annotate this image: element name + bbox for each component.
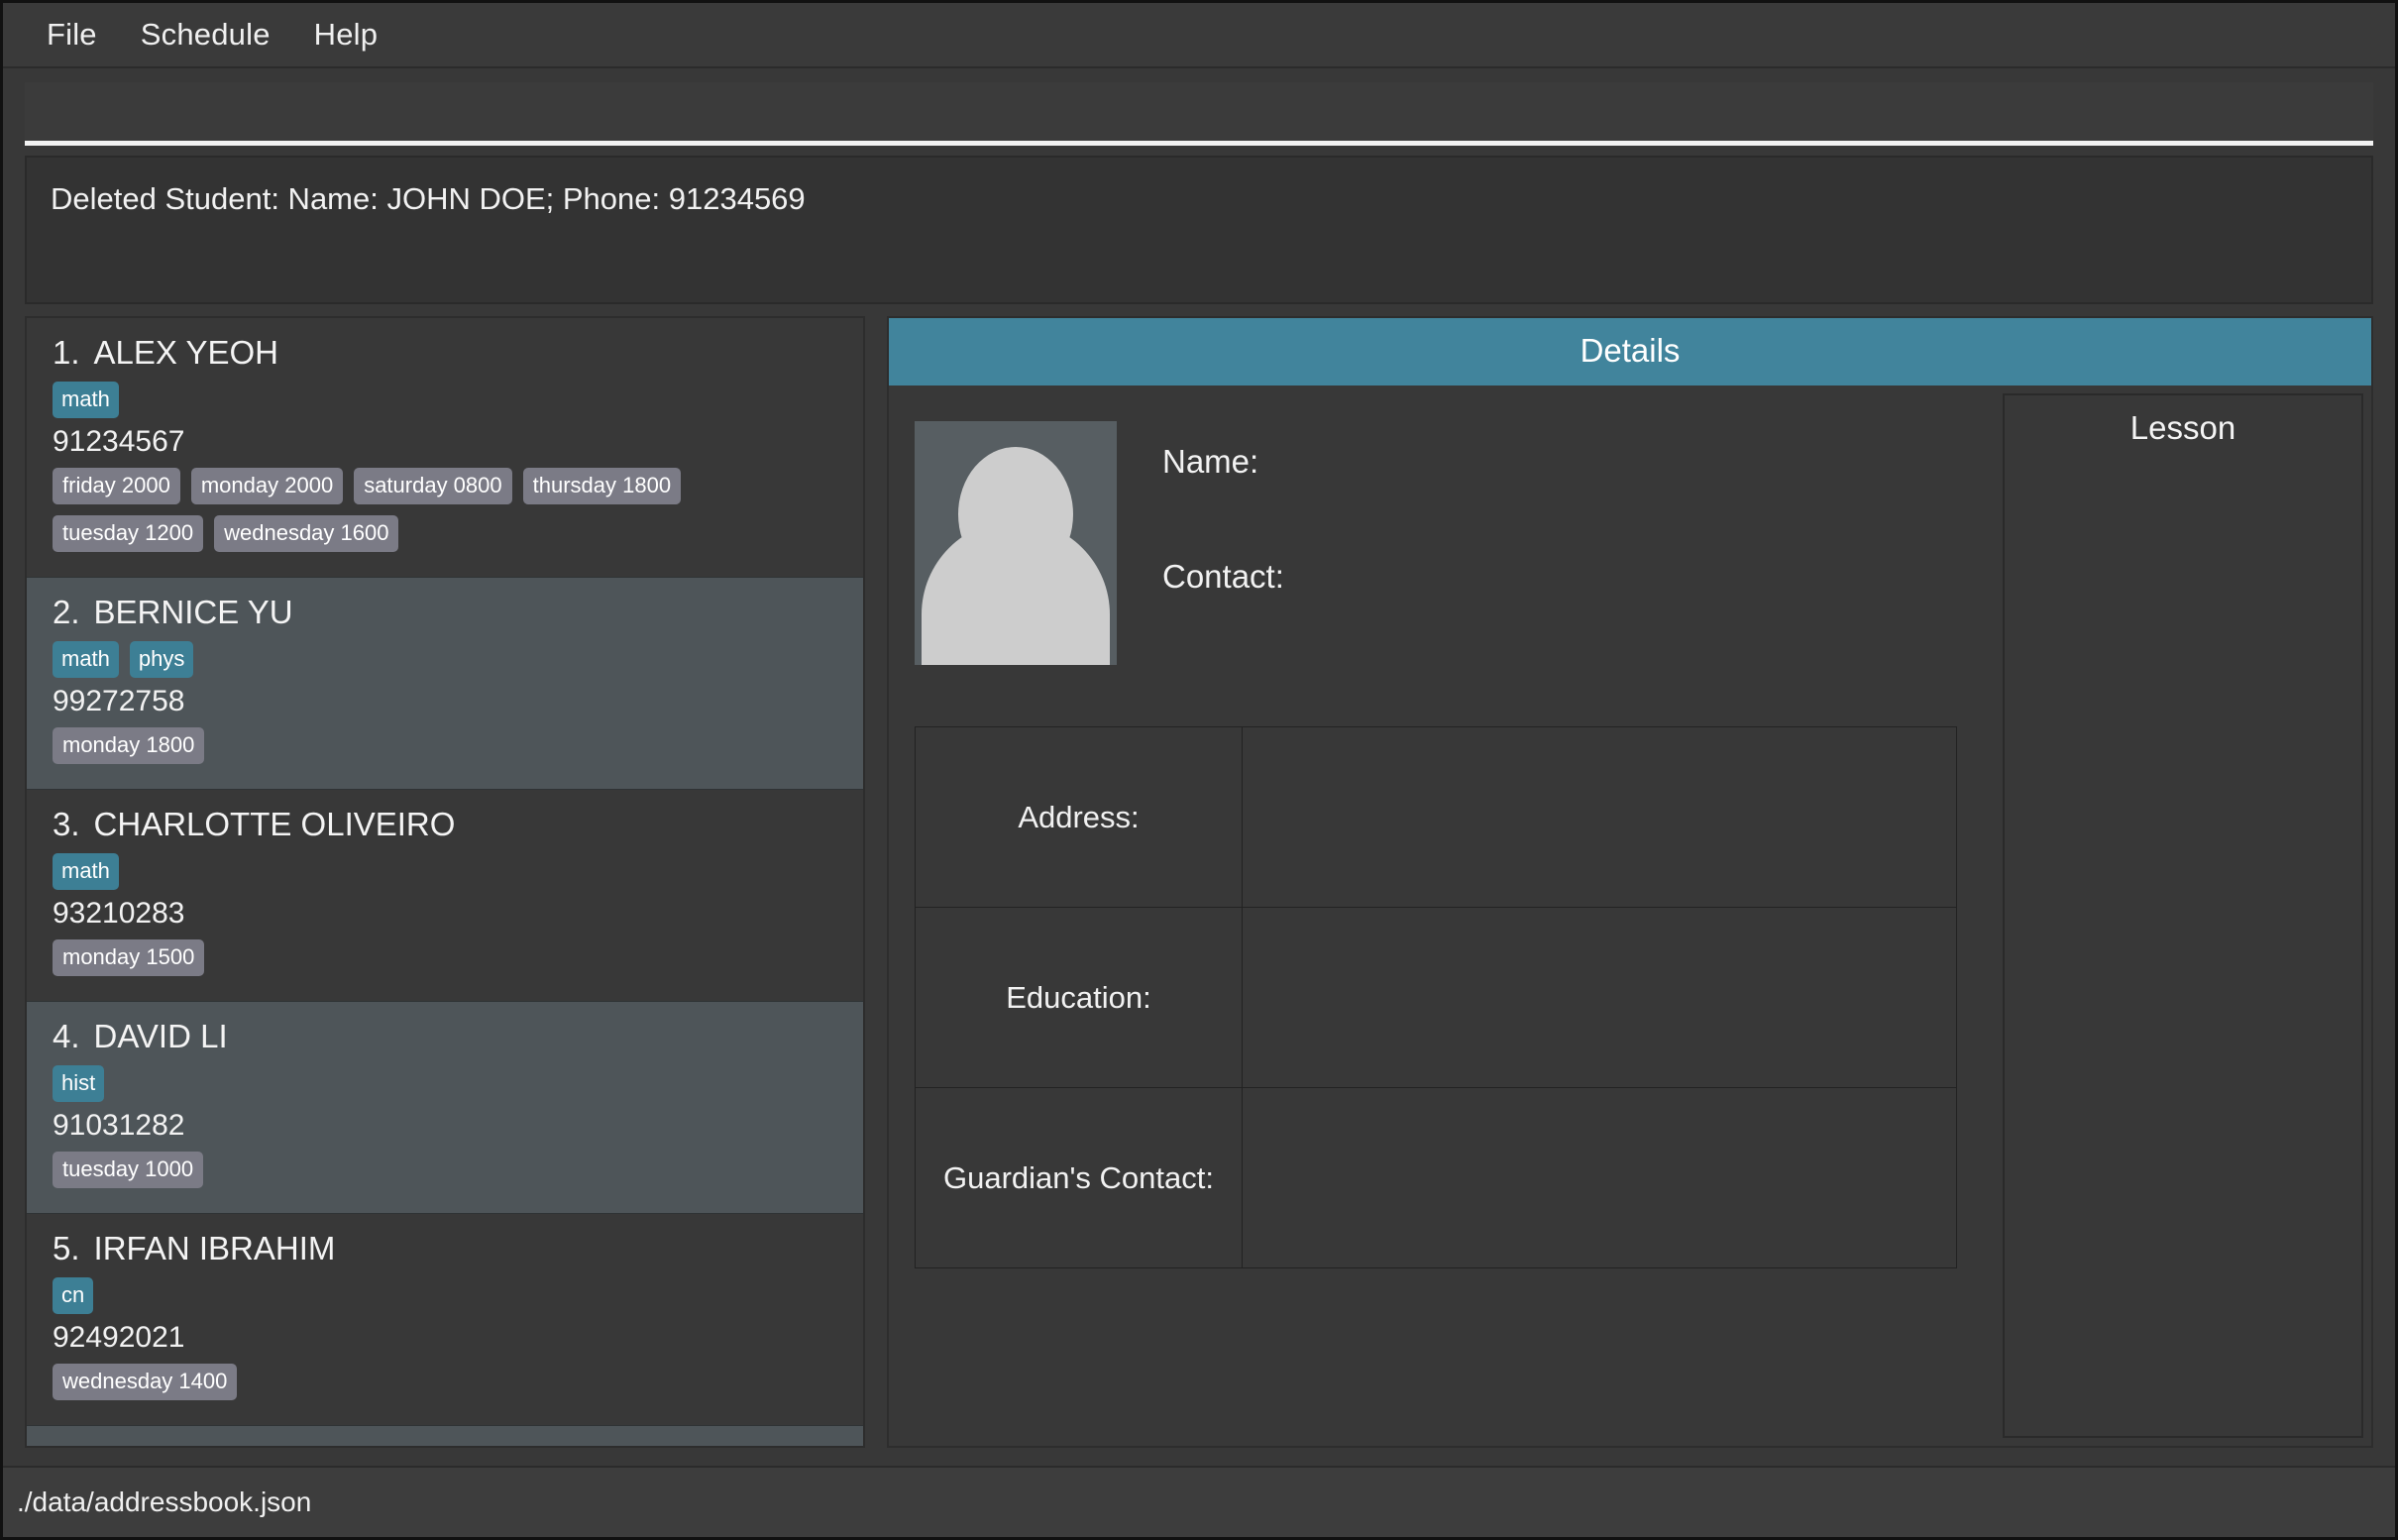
menu-bar: File Schedule Help: [3, 3, 2395, 68]
subject-tag-row: math: [53, 853, 837, 890]
schedule-tag: monday 1500: [53, 939, 205, 976]
student-phone: 91234567: [53, 425, 185, 458]
student-card[interactable]: 5. IRFAN IBRAHIM cn 92492021 wednesday 14…: [27, 1214, 863, 1426]
subject-tag: math: [53, 641, 119, 678]
student-card[interactable]: 3. CHARLOTTE OLIVEIRO math 93210283 monda…: [27, 790, 863, 1002]
student-card-title: 4. DAVID LI: [53, 1018, 837, 1055]
education-label: Education:: [915, 907, 1243, 1088]
student-name: IRFAN IBRAHIM: [93, 1230, 336, 1266]
table-row: Education:: [915, 907, 1957, 1088]
student-card[interactable]: 2. BERNICE YU math phys 99272758 monday 1…: [27, 578, 863, 790]
subject-tag-row: cn: [53, 1277, 837, 1314]
schedule-tag-row: tuesday 1000: [53, 1152, 837, 1188]
contact-label: Contact:: [1162, 558, 1284, 595]
name-label: Name:: [1162, 443, 1259, 480]
student-card[interactable]: 6.ROY BALAKRISHNAN phys 92624417 wednesd…: [27, 1426, 863, 1446]
schedule-tag: thursday 1800: [522, 468, 682, 504]
student-index: 2.: [53, 594, 80, 630]
student-phone: 91031282: [53, 1109, 185, 1142]
command-input[interactable]: [25, 82, 2373, 146]
student-name: ALEX YEOH: [93, 334, 279, 371]
table-row: Address:: [915, 726, 1957, 908]
person-summary-row: Name: Contact:: [915, 421, 1957, 665]
student-index: 5.: [53, 1230, 80, 1266]
schedule-tag: wednesday 1600: [214, 515, 399, 552]
student-name: DAVID LI: [93, 1018, 228, 1054]
schedule-tag-row: wednesday 1400: [53, 1364, 837, 1400]
details-header-title: Details: [889, 318, 2371, 385]
lesson-panel-title: Lesson: [2129, 409, 2236, 446]
guardian-contact-label: Guardian's Contact:: [915, 1087, 1243, 1268]
save-location-path: ./data/addressbook.json: [17, 1486, 312, 1517]
student-card-title: 1. ALEX YEOH: [53, 334, 837, 372]
application-window: File Schedule Help Deleted Student: Name…: [0, 0, 2398, 1540]
lesson-panel[interactable]: Lesson: [2003, 393, 2363, 1438]
schedule-tag: tuesday 1200: [53, 515, 204, 552]
menu-item-help[interactable]: Help: [292, 13, 400, 56]
result-display-box: Deleted Student: Name: JOHN DOE; Phone: …: [25, 156, 2373, 304]
subject-tag-row: hist: [53, 1065, 837, 1102]
details-main-column: Name: Contact: Address: Education: Guard…: [889, 385, 1993, 1446]
subject-tag: hist: [53, 1065, 105, 1102]
result-message: Deleted Student: Name: JOHN DOE; Phone: …: [51, 181, 806, 216]
schedule-tag: saturday 0800: [354, 468, 512, 504]
menu-item-file[interactable]: File: [25, 13, 119, 56]
student-phone: 93210283: [53, 897, 185, 930]
schedule-tag: monday 2000: [190, 468, 344, 504]
subject-tag: phys: [129, 641, 194, 678]
student-card-title: 3. CHARLOTTE OLIVEIRO: [53, 806, 837, 843]
student-card[interactable]: 4. DAVID LI hist 91031282 tuesday 1000: [27, 1002, 863, 1214]
details-body: Name: Contact: Address: Education: Guard…: [889, 385, 2371, 1446]
schedule-tag: friday 2000: [53, 468, 180, 504]
details-info-table: Address: Education: Guardian's Contact:: [915, 726, 1957, 1268]
subject-tag-row: math phys: [53, 641, 837, 678]
student-card[interactable]: 1. ALEX YEOH math 91234567 friday 2000 mo…: [27, 318, 863, 578]
schedule-tag-row: friday 2000 monday 2000 saturday 0800 th…: [53, 468, 837, 552]
menu-item-schedule[interactable]: Schedule: [119, 13, 292, 56]
avatar: [915, 421, 1117, 665]
schedule-tag: wednesday 1400: [53, 1364, 238, 1400]
bottom-spacer: [3, 1448, 2395, 1466]
subject-tag-row: math: [53, 382, 837, 418]
address-value: [1242, 726, 1957, 908]
schedule-tag-row: monday 1500: [53, 939, 837, 976]
student-card-title: 2. BERNICE YU: [53, 594, 837, 631]
student-card-title: 5. IRFAN IBRAHIM: [53, 1230, 837, 1267]
subject-tag: math: [53, 853, 119, 890]
student-name: BERNICE YU: [93, 594, 293, 630]
student-name: CHARLOTTE OLIVEIRO: [93, 806, 456, 842]
table-row: Guardian's Contact:: [915, 1087, 1957, 1268]
student-index: 1.: [53, 334, 80, 371]
subject-tag: cn: [53, 1277, 94, 1314]
person-fields: Name: Contact:: [1162, 421, 1957, 596]
schedule-tag: monday 1800: [53, 727, 205, 764]
avatar-body-icon: [922, 520, 1110, 665]
details-panel: Details Name: Contact: Address: Educatio…: [887, 316, 2373, 1448]
schedule-tag: tuesday 1000: [53, 1152, 204, 1188]
student-index: 3.: [53, 806, 80, 842]
education-value: [1242, 907, 1957, 1088]
student-list-panel[interactable]: 1. ALEX YEOH math 91234567 friday 2000 mo…: [25, 316, 865, 1448]
student-index: 4.: [53, 1018, 80, 1054]
guardian-contact-value: [1242, 1087, 1957, 1268]
address-label: Address:: [915, 726, 1243, 908]
student-phone: 99272758: [53, 685, 185, 717]
main-content: 1. ALEX YEOH math 91234567 friday 2000 mo…: [3, 316, 2395, 1448]
student-phone: 92492021: [53, 1321, 185, 1354]
command-area: [3, 68, 2395, 146]
status-bar: ./data/addressbook.json: [3, 1466, 2395, 1537]
schedule-tag-row: monday 1800: [53, 727, 837, 764]
result-display-area: Deleted Student: Name: JOHN DOE; Phone: …: [3, 146, 2395, 316]
subject-tag: math: [53, 382, 119, 418]
